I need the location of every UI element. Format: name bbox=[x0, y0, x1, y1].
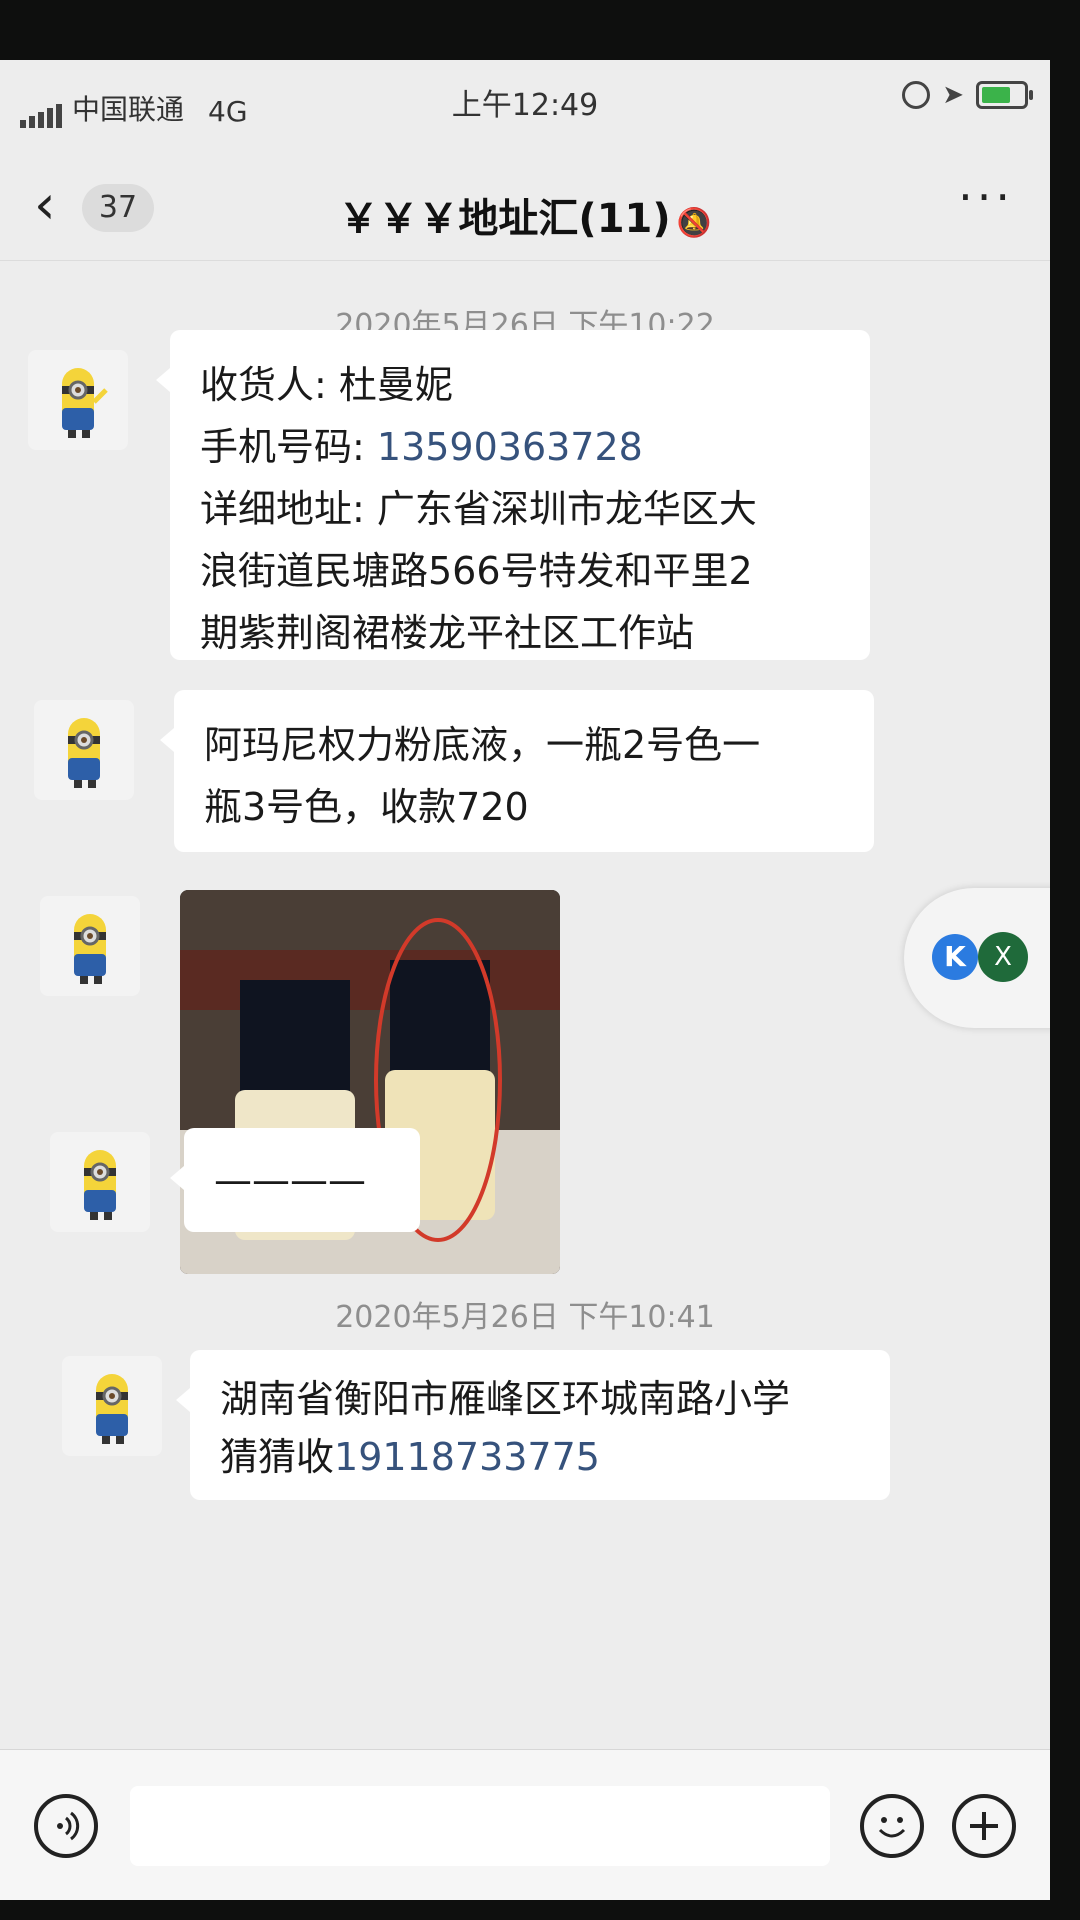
message-line: ———— bbox=[214, 1158, 366, 1202]
message-line: 浪街道民塘路566号特发和平里2 bbox=[200, 549, 753, 593]
message-text: 猜猜收 bbox=[220, 1435, 335, 1479]
plus-icon[interactable] bbox=[952, 1794, 1016, 1858]
timestamp: 2020年5月26日 下午10:41 bbox=[335, 1300, 715, 1335]
message-line: 期紫荆阁裙楼龙平社区工作站 bbox=[200, 611, 695, 655]
status-right: ➤ bbox=[902, 80, 1033, 110]
message-text: 手机号码: bbox=[200, 425, 377, 469]
message-bubble[interactable]: ———— bbox=[170, 1128, 420, 1232]
message-bubble[interactable]: 湖南省衡阳市雁峰区环城南路小学 猜猜收19118733775 bbox=[176, 1350, 890, 1500]
avatar[interactable] bbox=[62, 1356, 162, 1456]
message-line: 阿玛尼权力粉底液，一瓶2号色一 bbox=[204, 723, 761, 767]
chat-title[interactable]: ￥￥￥地址汇(11) 🔕 bbox=[0, 186, 1050, 244]
emoji-icon[interactable] bbox=[860, 1794, 924, 1858]
message-line: 收货人: 杜曼妮 bbox=[200, 363, 453, 407]
message-line: 瓶3号色，收款720 bbox=[204, 785, 529, 829]
input-bar bbox=[0, 1749, 1050, 1900]
chat-title-text: ￥￥￥地址汇(11) bbox=[338, 196, 671, 242]
message-bubble[interactable]: 收货人: 杜曼妮 手机号码: 13590363728 详细地址: 广东省深圳市龙… bbox=[156, 330, 870, 660]
message-line: 湖南省衡阳市雁峰区环城南路小学 bbox=[220, 1377, 791, 1421]
x-app-icon[interactable]: X bbox=[978, 932, 1028, 982]
ellipsis-icon[interactable]: ··· bbox=[958, 170, 1014, 224]
location-icon: ➤ bbox=[942, 80, 964, 110]
phone-link[interactable]: 19118733775 bbox=[334, 1435, 600, 1479]
avatar[interactable] bbox=[50, 1132, 150, 1232]
voice-icon[interactable] bbox=[34, 1794, 98, 1858]
phone-link[interactable]: 13590363728 bbox=[377, 425, 643, 469]
battery-icon bbox=[976, 81, 1033, 109]
rotation-lock-icon bbox=[902, 81, 931, 109]
message-line: 手机号码: 13590363728 bbox=[200, 416, 840, 478]
message-line: 详细地址: 广东省深圳市龙华区大 bbox=[200, 487, 757, 531]
minion-avatar-icon bbox=[62, 368, 108, 438]
floating-assistant-pill[interactable]: K X bbox=[904, 888, 1050, 1028]
k-app-icon[interactable]: K bbox=[932, 934, 978, 980]
message-bubble[interactable]: 阿玛尼权力粉底液，一瓶2号色一 瓶3号色，收款720 bbox=[160, 690, 874, 852]
minion-avatar-icon bbox=[96, 1374, 128, 1444]
bell-muted-icon: 🔕 bbox=[676, 206, 712, 239]
minion-avatar-icon bbox=[68, 718, 100, 788]
avatar[interactable] bbox=[34, 700, 134, 800]
avatar[interactable] bbox=[28, 350, 128, 450]
minion-avatar-icon bbox=[84, 1150, 116, 1220]
avatar[interactable] bbox=[40, 896, 140, 996]
message-input[interactable] bbox=[130, 1786, 830, 1866]
chat-header: ‹ 37 ￥￥￥地址汇(11) 🔕 ··· bbox=[0, 140, 1050, 261]
minion-avatar-icon bbox=[74, 914, 106, 984]
status-bar: 中国联通 4G 上午12:49 ➤ bbox=[0, 60, 1050, 140]
status-time: 上午12:49 bbox=[451, 88, 599, 123]
chat-screen: 中国联通 4G 上午12:49 ➤ ‹ 37 ￥￥￥地址汇(11) 🔕 ··· 2… bbox=[0, 60, 1050, 1900]
message-line: 猜猜收19118733775 bbox=[220, 1428, 860, 1486]
